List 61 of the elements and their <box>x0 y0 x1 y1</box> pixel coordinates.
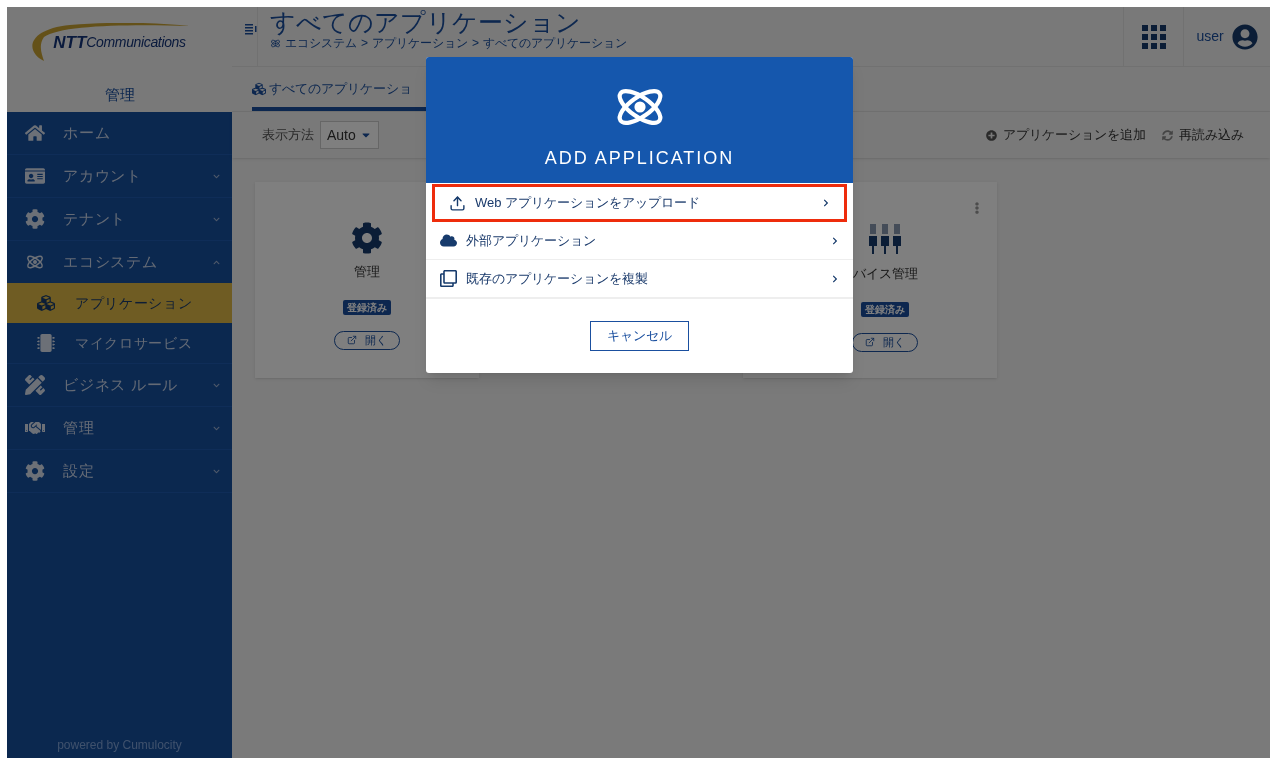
plugs-icon <box>869 222 901 256</box>
app-name: 管理 <box>354 263 380 281</box>
app-grid-icon[interactable] <box>1141 24 1166 49</box>
view-label: 表示方法 <box>262 126 314 145</box>
nav-icon <box>37 294 55 312</box>
sidebar-title: 管理 <box>7 78 232 112</box>
nav-icon <box>25 209 45 229</box>
nav-icon <box>37 334 55 352</box>
chevron-down-icon <box>213 467 220 475</box>
chevron-down-icon <box>213 215 220 223</box>
nav-item[interactable]: エコシステム <box>7 241 232 283</box>
chevron-down-icon <box>213 424 220 432</box>
menu-toggle-icon[interactable] <box>245 23 257 35</box>
dialog-option[interactable]: 外部アプリケーション <box>426 222 853 260</box>
nav-subitem[interactable]: マイクロサービス <box>7 323 232 363</box>
external-link-icon <box>347 335 357 345</box>
status-badge: 登録済み <box>343 299 391 315</box>
dialog-option[interactable]: 既存のアプリケーションを複製 <box>426 260 853 298</box>
nav-icon <box>25 123 45 143</box>
breadcrumb-separator: > <box>472 36 480 51</box>
chevron-right-icon <box>831 236 839 245</box>
chevron-down-icon <box>213 172 220 180</box>
option-icon <box>449 194 466 212</box>
reload-icon <box>1162 129 1173 141</box>
status-badge: 登録済み <box>861 301 909 317</box>
option-icon <box>440 232 457 249</box>
dialog-option[interactable]: Web アプリケーションをアップロード <box>432 184 847 222</box>
external-link-icon <box>865 337 875 347</box>
nav-item[interactable]: 設定 <box>7 450 232 492</box>
breadcrumb-link[interactable]: エコシステム <box>285 36 357 51</box>
nav-item[interactable]: アカウント <box>7 155 232 197</box>
view-select[interactable]: Auto <box>320 121 379 149</box>
user-name[interactable]: user <box>1196 26 1224 47</box>
nav-icon <box>25 166 45 186</box>
atom-icon <box>270 38 281 49</box>
add-icon <box>986 129 997 141</box>
option-icon <box>440 270 457 287</box>
app-name: バイス管理 <box>852 265 918 283</box>
nav-item[interactable]: ホーム <box>7 112 232 154</box>
cancel-button[interactable]: キャンセル <box>590 321 689 351</box>
chevron-up-icon <box>213 258 220 266</box>
breadcrumb-link[interactable]: すべてのアプリケーション <box>483 36 628 51</box>
nav-item[interactable]: ビジネス ルール <box>7 364 232 406</box>
dialog-title: ADD APPLICATION <box>544 147 735 170</box>
cubes-icon <box>252 82 266 96</box>
nav-item[interactable]: 管理 <box>7 407 232 449</box>
more-icon[interactable] <box>973 202 981 214</box>
nav-icon <box>25 375 45 395</box>
gear-icon <box>351 222 383 254</box>
reload-button[interactable]: 再読み込み <box>1162 125 1244 145</box>
user-icon[interactable] <box>1231 23 1258 50</box>
page-title: すべてのアプリケーション <box>270 8 582 36</box>
nav-icon <box>25 461 45 481</box>
chevron-right-icon <box>831 274 839 283</box>
chevron-down-icon <box>213 381 220 389</box>
nav-item[interactable]: テナント <box>7 198 232 240</box>
nav-subitem[interactable]: アプリケーション <box>7 283 232 323</box>
add-application-button[interactable]: アプリケーションを追加 <box>986 125 1146 145</box>
breadcrumb-link[interactable]: アプリケーション <box>372 36 468 51</box>
breadcrumb-separator: > <box>361 36 368 51</box>
chevron-right-icon <box>822 199 830 207</box>
